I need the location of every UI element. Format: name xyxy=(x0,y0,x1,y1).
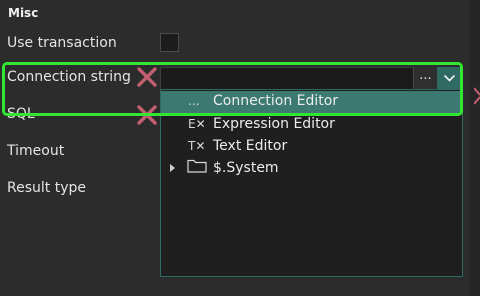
folder-icon xyxy=(187,159,207,173)
text-icon: T✕ xyxy=(188,139,206,153)
section-title: Misc xyxy=(8,6,39,20)
label-timeout: Timeout xyxy=(7,143,65,159)
dropdown-item-label: $.System xyxy=(213,160,279,176)
dropdown-item-expression-editor[interactable]: E✕ Expression Editor xyxy=(161,114,462,136)
highlight-box xyxy=(2,62,463,116)
expression-icon: E✕ xyxy=(188,117,206,131)
vertical-scrollbar[interactable] xyxy=(470,0,480,296)
expand-arrow-icon[interactable] xyxy=(170,164,175,172)
dropdown-item-label: Text Editor xyxy=(213,138,288,154)
use-transaction-checkbox[interactable] xyxy=(160,33,179,52)
dropdown-item-text-editor[interactable]: T✕ Text Editor xyxy=(161,136,462,158)
dropdown-item-label: Expression Editor xyxy=(213,116,335,132)
label-result-type: Result type xyxy=(7,180,86,196)
partial-remove-icon xyxy=(474,86,480,106)
label-use-transaction: Use transaction xyxy=(7,35,117,51)
